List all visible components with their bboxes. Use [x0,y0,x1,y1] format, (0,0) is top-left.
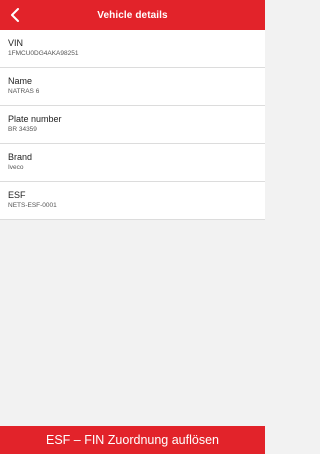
detail-label: VIN [8,38,24,48]
details-list: VIN 1FMCU0DG4AKA98251 Name NATRAS 6 Plat… [0,30,265,220]
detail-label: ESF [8,190,26,200]
detail-label: Name [8,76,33,86]
detail-value: NETS-ESF-0001 [8,202,57,209]
vehicle-details-screen: Vehicle details VIN 1FMCU0DG4AKA98251 Na… [0,0,265,454]
chevron-left-icon [11,8,19,22]
detail-value: NATRAS 6 [8,88,40,95]
page-title: Vehicle details [97,9,168,21]
detail-item-plate-number: Plate number BR 34359 [0,106,265,144]
detail-item-name: Name NATRAS 6 [0,68,265,106]
unassign-esf-fin-button[interactable]: ESF – FIN Zuordnung auflösen [0,426,265,454]
detail-label: Brand [8,152,33,162]
detail-item-esf: ESF NETS-ESF-0001 [0,182,265,220]
detail-value: Iveco [8,164,24,171]
back-button[interactable] [4,2,26,28]
detail-value: 1FMCU0DG4AKA98251 [8,50,79,57]
detail-item-vin: VIN 1FMCU0DG4AKA98251 [0,30,265,68]
detail-value: BR 34359 [8,126,37,133]
detail-label: Plate number [8,114,62,124]
app-bar: Vehicle details [0,0,265,30]
detail-item-brand: Brand Iveco [0,144,265,182]
